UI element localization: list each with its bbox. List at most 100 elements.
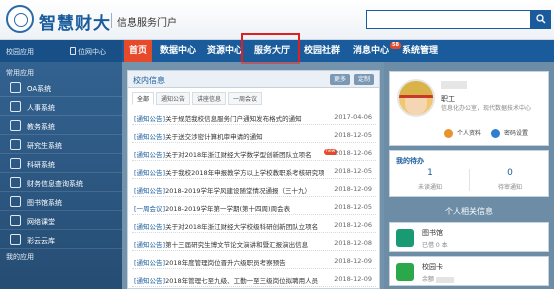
sidebar-item-research[interactable]: 科研系统 [0,155,122,173]
news-row-tag: [通知公告] [134,277,166,285]
sidebar-heading: 常用应用 [6,69,34,77]
nav-left-bar: 校园应用 位网中心 [0,40,122,62]
profile-button-label: 个人资料 [457,130,482,137]
news-row[interactable]: [通知公告]关于我校2018年申报教学方以上学校教职系考核研究项目名 2018-… [132,163,376,179]
news-row-text: [通知公告]2018年管理七至九级、工勤一至三级岗位拟聘用人员 [134,275,324,285]
sidebar-my-apps[interactable]: 我的应用 [6,252,34,262]
campus-apps-link[interactable]: 校园应用 [6,47,34,57]
person-icon [10,101,21,112]
news-row-date: 2018-12-05 [334,167,372,175]
news-row-text: [通知公告]2018-2019学年学风建设随堂情况通报（三十九） [134,185,324,195]
finance-icon [10,177,21,188]
news-row-text: [通知公告]2018年度管理岗位晋升六级职员考察预告 [134,257,324,267]
nav-item-message-center[interactable]: 消息中心 58 [349,40,401,62]
campus-news-panel: 校内信息 更多 定制 全部 通知公告 讲座信息 一周会议 [通知公告]关于规范我… [127,70,380,289]
nav-item-data-center[interactable]: 数据中心 [156,40,200,62]
sidebar-item-label: 彩云云库 [27,237,55,245]
pending-label: 未读通知 [417,184,442,191]
library-borrowed: 已借 0 本 [422,242,448,249]
search-icon [536,14,546,24]
logo-separator [111,13,112,28]
news-row-title: 关于送交涉密计算机审申请的通知 [165,133,263,141]
news-row-date: 2018-12-05 [334,203,372,211]
news-row[interactable]: [通知公告]2018-2019学年学风建设随堂情况通报（三十九） 2018-12… [132,181,376,197]
sidebar-item-cloud[interactable]: 彩云云库 [0,231,122,249]
nav-item-system-admin[interactable]: 系统管理 [398,40,442,62]
sidebar-item-classroom[interactable]: 网络课堂 [0,212,122,230]
pending-count[interactable]: 1 [400,168,460,178]
news-row[interactable]: [通知公告]关于规范我校信息服务门户通知发布格式的通知 2017-04-06 [132,109,376,125]
sidebar-item-academic[interactable]: 教务系统 [0,117,122,135]
tab-weekly-meetings[interactable]: 一周会议 [228,92,262,105]
done-label: 待审通知 [497,184,522,191]
customize-button[interactable]: 定制 [354,74,375,85]
password-button-label: 密码设置 [504,130,529,137]
news-row-tag: [通知公告] [134,115,166,123]
todo-divider [469,169,470,191]
campus-card-icon [396,263,414,281]
user-department: 信息化办公室，现代数据技术中心 [441,105,532,112]
user-role: 职工 [441,95,455,103]
news-row-title: 关于我校2018年申报教学方以上学校教职系考核研究项目名 [165,169,324,177]
nav-item-message-label: 消息中心 [352,46,389,56]
sidebar-item-finance[interactable]: 财务信息查询系统 [0,174,122,192]
logo-subtitle: 信息服务门户 [117,18,177,29]
news-row[interactable]: [通知公告]关于送交涉密计算机审申请的通知 2018-12-05 [132,127,376,143]
library-icon [10,196,21,207]
news-row[interactable]: [通知公告]2018年管理七至九级、工勤一至三级岗位拟聘用人员 2018-12-… [132,271,376,287]
tab-all[interactable]: 全部 [132,92,154,105]
sidebar-item-label: 财务信息查询系统 [27,180,83,188]
balance-redacted [435,276,454,283]
news-row-date: 2017-04-06 [334,113,372,121]
password-settings-button[interactable]: 密码设置 [490,127,528,140]
sidebar-item-hr[interactable]: 人事系统 [0,98,122,116]
personal-info-heading: 个人相关信息 [445,207,493,216]
library-card[interactable]: 图书馆 已借 0 本 [389,222,549,252]
classroom-icon [10,215,21,226]
news-row-date: 2018-12-06 [334,221,372,229]
highlight-annotation-box [241,33,300,64]
news-row-date: 2018-12-09 [334,185,372,193]
nav-item-campus-community[interactable]: 校园社群 [300,40,344,62]
news-row-tag: [通知公告] [134,187,166,195]
research-icon [10,158,21,169]
search-input[interactable] [366,10,531,29]
news-row[interactable]: [通知公告]关于对2018年浙江财经大学校级科研创新团队立项名 2018-12-… [132,217,376,233]
done-count[interactable]: 0 [480,168,540,178]
more-button[interactable]: 更多 [330,74,351,85]
balance-label: 余额 [422,276,435,283]
news-row-tag: [通知公告] [134,241,166,249]
person-icon [444,129,453,138]
news-row-title: 第十三届研究生博文节论文演讲和暨汇报演出信息 [165,241,309,249]
news-row-text: [通知公告]关于对2018年浙江财经大学数学型创新团队立项名 [134,149,320,159]
mobile-center-link[interactable]: 位网中心 [78,47,106,57]
news-row-text: [通知公告]关于送交涉密计算机审申请的通知 [134,131,324,141]
nav-item-home[interactable]: 首页 [124,40,152,62]
news-row-tag: [一周会议] [134,205,166,213]
profile-button[interactable]: 个人资料 [443,127,481,140]
campus-card[interactable]: 校园卡 余额 [389,256,549,286]
search-button[interactable] [531,10,551,29]
tab-lectures[interactable]: 讲座信息 [192,92,226,105]
news-row-date: 2018-12-08 [334,239,372,247]
news-row-date: 2018-12-09 [334,275,372,283]
news-row[interactable]: [通知公告]2018年度管理岗位晋升六级职员考察预告 2018-12-09 [132,253,376,269]
mobile-icon [70,47,76,55]
news-row[interactable]: [一周会议]2018-2019学年第一学期(第十四周)周会表 2018-12-0… [132,199,376,215]
avatar[interactable] [397,79,435,117]
sidebar-item-graduate[interactable]: 研究生系统 [0,136,122,154]
user-name-redacted [441,81,467,89]
graduate-icon [10,139,21,150]
tab-notices[interactable]: 通知公告 [156,92,190,105]
book-icon [10,120,21,131]
news-row[interactable]: [通知公告]第十三届研究生博文节论文演讲和暨汇报演出信息 2018-12-08 [132,235,376,251]
face-icon [405,98,427,115]
news-row-title: 关于规范我校信息服务门户通知发布格式的通知 [165,115,302,123]
logo-title: 智慧财大 [39,14,111,34]
news-row-text: [通知公告]关于我校2018年申报教学方以上学校教职系考核研究项目名 [134,167,324,177]
news-row[interactable]: [通知公告]关于对2018年浙江财经大学数学型创新团队立项名 new 2018-… [132,145,376,161]
sidebar-item-library[interactable]: 图书馆系统 [0,193,122,211]
sidebar-item-oa[interactable]: OA系统 [0,79,122,97]
oa-icon [10,82,21,93]
news-row-tag: [通知公告] [134,223,166,231]
